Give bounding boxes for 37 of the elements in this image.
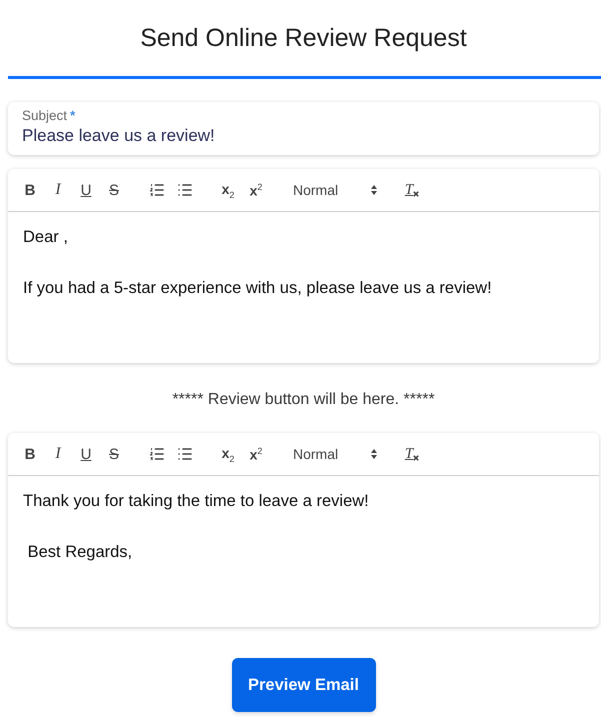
superscript-button[interactable]: x$^{2}$ (242, 178, 270, 202)
bullet-list-icon (178, 184, 192, 196)
italic-button[interactable]: I (44, 442, 72, 466)
up-down-arrows-icon (371, 449, 377, 459)
subscript-button[interactable]: x$_{2}$ (214, 442, 242, 466)
message-text-area[interactable]: Thank you for taking the time to leave a review! Best Regards, (8, 476, 599, 627)
strikethrough-button[interactable]: S (100, 442, 128, 466)
text-style-dropdown[interactable]: Normal (285, 178, 383, 202)
preview-email-button[interactable]: Preview Email (232, 658, 376, 712)
up-down-arrows-icon (371, 185, 377, 195)
strikethrough-button[interactable]: S (100, 178, 128, 202)
message-paragraph: If you had a 5-star experience with us, please leave us a review! (23, 278, 493, 299)
subscript-button[interactable]: x$_{2}$ (214, 178, 242, 202)
italic-button[interactable]: I (44, 178, 72, 202)
numbered-list-icon (150, 448, 164, 460)
required-mark: * (70, 107, 76, 125)
bold-button[interactable]: B (16, 442, 44, 466)
subject-field[interactable]: Subject * Please leave us a review! (8, 102, 599, 155)
message-text-area[interactable]: Dear , If you had a 5-star experience with us, please leave us a review! (8, 212, 599, 363)
message-paragraph: Best Regards, (26, 542, 134, 563)
clear-formatting-button[interactable]: T (398, 178, 426, 202)
underline-button[interactable]: U (72, 442, 100, 466)
message-paragraph: Thank you for taking the time to leave a review! (23, 491, 370, 512)
clear-formatting-button[interactable]: T (398, 442, 426, 466)
underline-button[interactable]: U (72, 178, 100, 202)
numbered-list-icon (150, 184, 164, 196)
cross-icon (413, 455, 420, 461)
placeholder-note: ***** Review button will be here. ***** (171, 390, 436, 410)
bullet-list-icon (178, 448, 192, 460)
bold-button[interactable]: B (16, 178, 44, 202)
field-value: Please leave us a review! (22, 125, 216, 147)
page-title: Send Online Review Request (139, 23, 468, 53)
superscript-button[interactable]: x$^{2}$ (242, 442, 270, 466)
cross-icon (413, 191, 420, 197)
message-paragraph: Dear , (23, 227, 69, 248)
field-label: Subject (22, 107, 68, 125)
text-style-dropdown[interactable]: Normal (285, 442, 383, 466)
